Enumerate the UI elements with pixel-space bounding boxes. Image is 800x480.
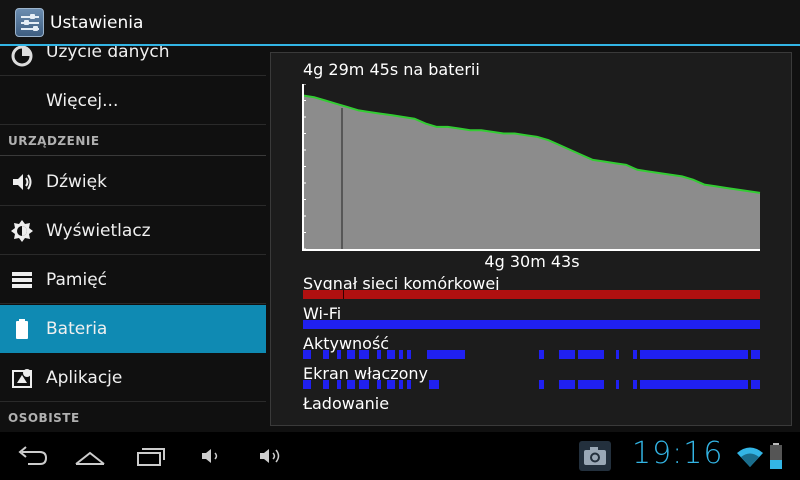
screen-on-segment [578,380,604,389]
section-header-label: URZĄDZENIE [8,134,100,148]
apps-icon [12,369,32,388]
activity-segment [640,350,748,359]
graph-duration-label: 4g 30m 43s [484,252,580,271]
home-icon[interactable] [70,442,110,470]
activity-segment [633,350,637,359]
sidebar-item-sound[interactable]: Dźwięk [0,158,266,206]
activity-segment [407,350,411,359]
screen-on-segment [347,380,355,389]
wifi-signal-icon [737,447,763,467]
sidebar-item-label: Aplikacje [46,368,123,388]
settings-sliders-icon[interactable] [15,8,44,37]
screen-on-segment [429,380,439,389]
sidebar-item-storage[interactable]: Pamięć [0,256,266,304]
screen-on-segment [640,380,748,389]
screen-on-segment [399,380,403,389]
track-activity [303,350,760,359]
screen-on-segment [359,380,369,389]
screen-on-segment [539,380,544,389]
battery-level-graph [302,84,761,251]
screen-on-segment [323,380,329,389]
camera-icon [584,447,606,465]
track-label-charging: Ładowanie [303,394,390,413]
sidebar-item-battery[interactable]: Bateria [0,305,266,353]
track-screen-on [303,380,760,389]
status-clock: 19:16 [632,436,724,471]
screen-on-segment [616,380,619,389]
screen-on-segment [751,380,760,389]
activity-segment [337,350,341,359]
sidebar-item-label: Użycie danych [46,46,170,62]
activity-segment [578,350,604,359]
speaker-icon [13,174,32,190]
screen-on-segment [387,380,395,389]
section-header-personal: OSOBISTE [0,403,266,432]
activity-segment [323,350,329,359]
action-bar: Ustawienia [0,0,800,46]
screen-on-segment [377,380,381,389]
settings-list[interactable]: Użycie danych Więcej... URZĄDZENIE Dźwię… [0,46,266,432]
activity-segment [399,350,403,359]
battery-status-icon [770,443,782,469]
sidebar-item-apps[interactable]: Aplikacje [0,354,266,402]
screen-on-segment [337,380,341,389]
activity-segment [616,350,619,359]
sidebar-item-data-usage[interactable]: Użycie danych [0,46,266,76]
track-wifi [303,320,760,329]
screen-on-segment [303,380,311,389]
storage-icon [12,272,32,288]
screen-on-segment [633,380,637,389]
activity-segment [387,350,395,359]
sidebar-item-label: Pamięć [46,270,107,290]
cell-signal-bar [303,290,760,299]
sidebar-item-more[interactable]: Więcej... [0,77,266,125]
volume-up-icon[interactable] [252,442,292,470]
battery-level-area [303,95,760,249]
notification-camera-icon[interactable] [579,441,611,471]
activity-segment [303,350,311,359]
activity-segment [427,350,465,359]
wifi-bar [303,320,760,329]
signal-marker [343,290,344,299]
activity-segment [377,350,381,359]
data-usage-icon [11,46,33,67]
brightness-icon [11,220,33,242]
battery-icon [16,319,28,339]
section-header-device: URZĄDZENIE [0,126,266,156]
back-icon[interactable] [12,442,52,470]
screen-on-segment [559,380,575,389]
track-cell-signal [303,290,760,299]
activity-segment [559,350,575,359]
screen-on-segment [407,380,411,389]
sidebar-item-label: Wyświetlacz [46,221,151,241]
activity-segment [539,350,544,359]
sidebar-item-label: Bateria [46,319,108,339]
activity-segment [359,350,369,359]
volume-down-icon[interactable] [192,442,232,470]
battery-time-on-battery: 4g 29m 45s na baterii [303,60,480,79]
recent-apps-icon[interactable] [130,442,170,470]
sidebar-item-label: Dźwięk [46,172,107,192]
activity-segment [347,350,355,359]
sidebar-item-label: Więcej... [46,91,119,111]
page-title: Ustawienia [50,13,144,33]
activity-segment [751,350,760,359]
section-header-label: OSOBISTE [8,411,80,425]
sidebar-item-display[interactable]: Wyświetlacz [0,207,266,255]
